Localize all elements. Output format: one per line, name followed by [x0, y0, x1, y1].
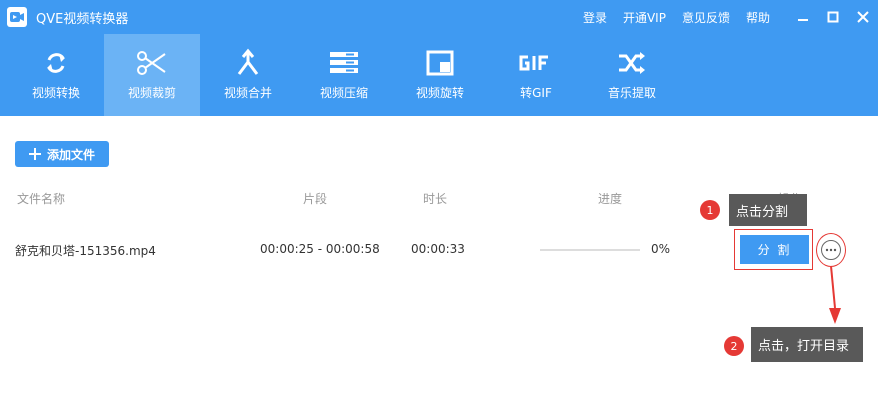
callout-tip-2: 点击，打开目录 — [751, 327, 863, 362]
callout-badge-2: 2 — [724, 336, 744, 356]
annotation-arrow-icon — [829, 265, 841, 324]
app-window: QVE视频转换器 登录 开通VIP 意见反馈 帮助 视频转换 视频裁剪 视频合并… — [0, 0, 878, 414]
